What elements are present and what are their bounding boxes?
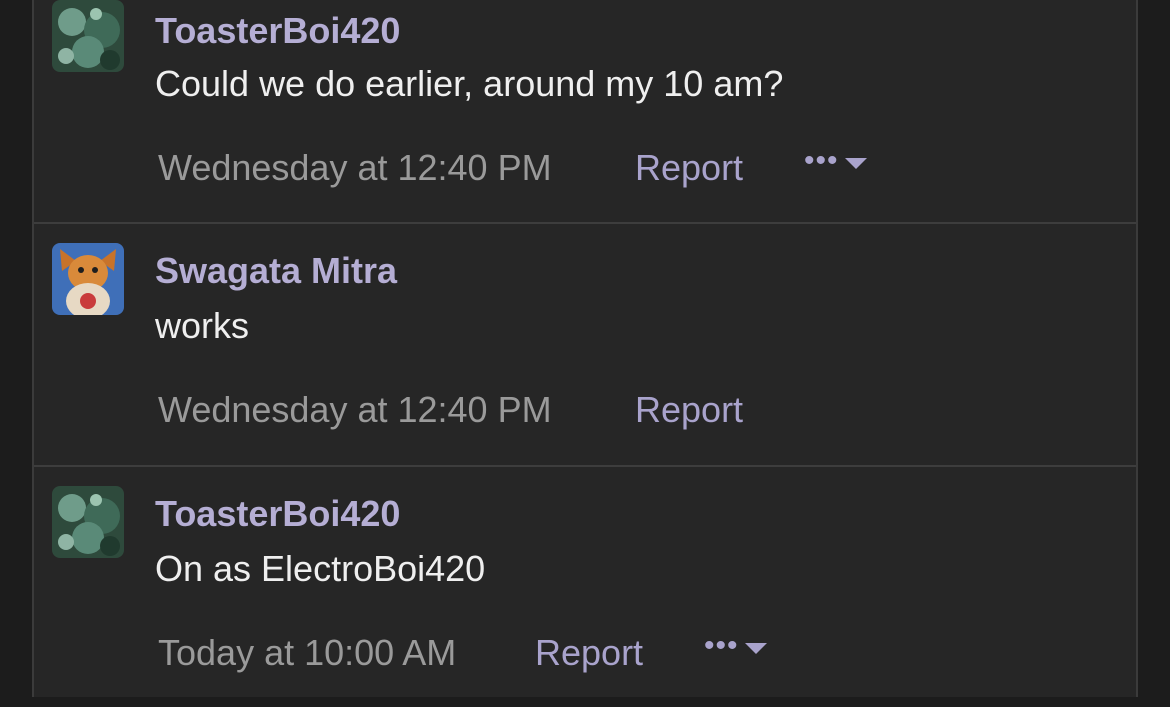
author-name[interactable]: ToasterBoi420 [155, 11, 400, 51]
user-avatar[interactable] [52, 486, 124, 558]
author-name[interactable]: ToasterBoi420 [155, 494, 400, 534]
more-actions-button[interactable]: ••• [804, 146, 867, 176]
message-meta: Wednesday at 12:40 PM [158, 390, 552, 430]
green-moss-avatar-icon [52, 0, 124, 72]
message-meta: Today at 10:00 AM [158, 633, 456, 673]
more-dots-icon: ••• [804, 144, 839, 177]
raichu-avatar-icon [52, 243, 124, 315]
message-text: works [155, 305, 250, 346]
chevron-down-icon [744, 642, 767, 654]
timestamp[interactable]: Wednesday at 12:40 PM [158, 389, 552, 430]
green-moss-avatar-icon [52, 486, 124, 558]
message-item: ToasterBoi420 On as ElectroBoi420 Today … [34, 467, 1136, 707]
report-link[interactable]: Report [635, 390, 743, 430]
report-link[interactable]: Report [635, 148, 743, 188]
report-link[interactable]: Report [535, 633, 643, 673]
author-name[interactable]: Swagata Mitra [155, 251, 397, 291]
message-text: Could we do earlier, around my 10 am? [155, 63, 784, 104]
message-item: Swagata Mitra works Wednesday at 12:40 P… [34, 224, 1136, 465]
message-item: ToasterBoi420 Could we do earlier, aroun… [34, 0, 1136, 222]
message-thread: ToasterBoi420 Could we do earlier, aroun… [32, 0, 1138, 697]
more-actions-button[interactable]: ••• [704, 631, 767, 661]
chevron-down-icon [844, 157, 867, 169]
user-avatar[interactable] [52, 243, 124, 315]
user-avatar[interactable] [52, 0, 124, 72]
more-dots-icon: ••• [704, 629, 739, 662]
message-meta: Wednesday at 12:40 PM [158, 148, 552, 188]
timestamp[interactable]: Today at 10:00 AM [158, 632, 456, 673]
message-text: On as ElectroBoi420 [155, 548, 486, 589]
timestamp[interactable]: Wednesday at 12:40 PM [158, 147, 552, 188]
